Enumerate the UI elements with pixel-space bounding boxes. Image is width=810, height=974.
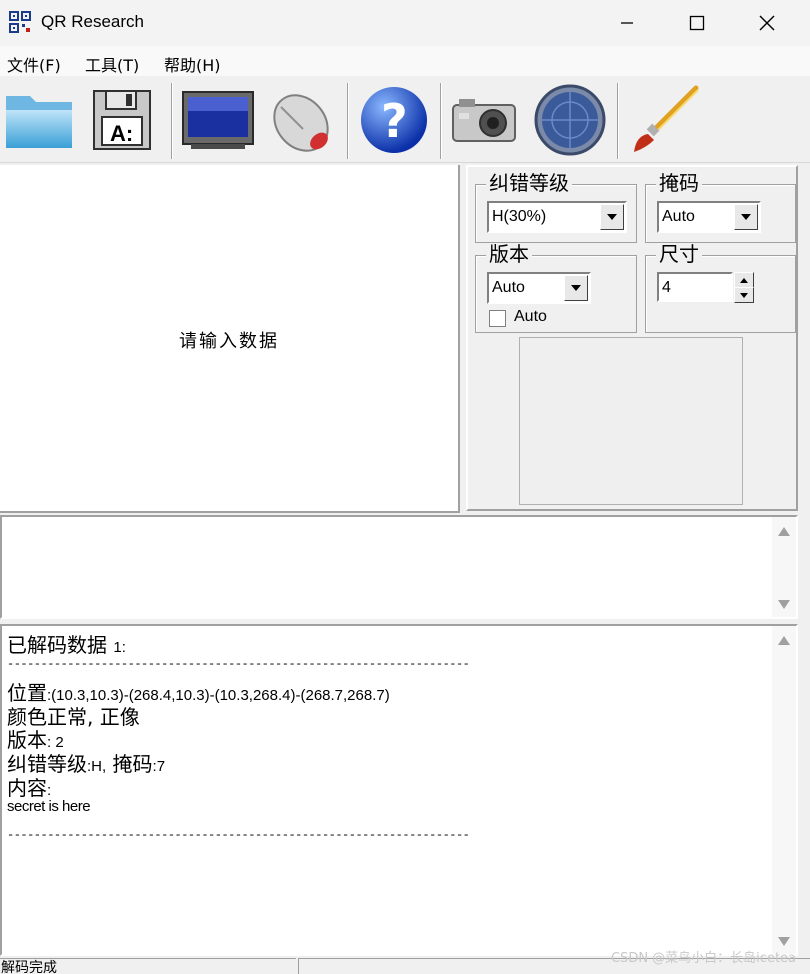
version-group: 版本 Auto Auto [475, 243, 637, 333]
mask-dropdown-arrow[interactable] [734, 204, 758, 230]
output-scrollbar[interactable] [772, 626, 796, 954]
open-file-button[interactable] [1, 83, 77, 157]
camera-icon [452, 99, 516, 142]
paintbrush-icon [634, 85, 699, 152]
chevron-up-icon [740, 277, 748, 283]
screen-capture-button[interactable] [180, 83, 256, 157]
size-spinner[interactable] [734, 272, 754, 303]
mouse-capture-button[interactable] [262, 83, 338, 157]
status-text: 解码完成 [1, 960, 57, 974]
settings-panel: 纠错等级 H(30%) 掩码 Auto 版本 Auto Auto 尺寸 4 [466, 165, 798, 511]
help-button[interactable]: ? [356, 83, 432, 157]
ecc-select-value: H(30%) [492, 208, 547, 225]
version-select-value: Auto [492, 279, 525, 296]
output-content-colon: : [47, 782, 52, 799]
chevron-down-icon [607, 214, 617, 220]
menu-bar: 文件(F) 工具(T) 帮助(H) [0, 46, 810, 76]
chevron-down-icon [741, 214, 751, 220]
status-cell-main: 解码完成 [0, 958, 296, 974]
svg-text:?: ? [381, 94, 408, 148]
scroll-down-icon[interactable] [778, 937, 790, 946]
mask-group: 掩码 Auto [645, 172, 796, 243]
scroll-up-icon[interactable] [778, 527, 790, 536]
version-auto-checkbox[interactable] [489, 310, 506, 327]
chevron-down-icon [571, 285, 581, 291]
size-label: 尺寸 [656, 243, 702, 265]
size-group: 尺寸 4 [645, 243, 796, 333]
qr-app-icon [9, 11, 31, 33]
folder-icon [6, 96, 72, 148]
monitor-icon [182, 91, 254, 149]
version-auto-label: Auto [514, 308, 547, 325]
ecc-label: 纠错等级 [486, 172, 572, 194]
size-input-value: 4 [662, 279, 671, 296]
output-content-label: 内容 [7, 776, 47, 800]
mouse-icon [273, 94, 329, 152]
menu-help[interactable]: 帮助(H) [164, 52, 221, 76]
scan-button[interactable] [532, 83, 608, 157]
output-header-num: 1: [113, 639, 126, 656]
help-icon: ? [361, 87, 427, 153]
ecc-group: 纠错等级 H(30%) [475, 172, 637, 243]
mask-select[interactable]: Auto [657, 201, 761, 233]
chevron-down-icon [740, 292, 748, 298]
scroll-down-icon[interactable] [778, 600, 790, 609]
svg-text:A:: A: [110, 121, 133, 146]
close-icon [759, 15, 775, 31]
output-content-line: 内容: [7, 772, 51, 801]
menu-file[interactable]: 文件(F) [7, 52, 61, 76]
mask-select-value: Auto [662, 208, 695, 225]
save-button[interactable]: A: [84, 83, 160, 157]
log-scrollbar[interactable] [772, 517, 796, 617]
output-mask-label: 掩码 [112, 752, 153, 776]
ecc-dropdown-arrow[interactable] [600, 204, 624, 230]
menu-tools[interactable]: 工具(T) [85, 52, 139, 76]
maximize-icon [689, 15, 705, 31]
decode-output-area[interactable]: 已解码数据 1: -------------------------------… [0, 624, 798, 956]
encode-button[interactable] [626, 83, 702, 157]
mask-label: 掩码 [656, 172, 702, 194]
input-placeholder: 请输入数据 [179, 331, 279, 352]
title-bar: QR Research [0, 0, 810, 46]
watermark: CSDN @菜鸟小白：长岛icetea [610, 951, 796, 966]
output-mask-value: :7 [152, 758, 166, 775]
minimize-button[interactable] [592, 0, 662, 46]
camera-capture-button[interactable] [446, 83, 522, 157]
size-up-button[interactable] [734, 272, 754, 288]
minimize-icon [621, 22, 633, 24]
window-title: QR Research [41, 12, 144, 31]
ecc-select[interactable]: H(30%) [487, 201, 627, 233]
version-select[interactable]: Auto [487, 272, 591, 304]
version-label: 版本 [486, 243, 532, 265]
radar-icon [534, 84, 606, 156]
output-ecc-value: :H, [87, 758, 107, 775]
output-header: 已解码数据 1: [7, 629, 126, 658]
version-dropdown-arrow[interactable] [564, 275, 588, 301]
size-down-button[interactable] [734, 287, 754, 303]
qr-preview-area [519, 337, 743, 505]
floppy-save-icon: A: [93, 90, 151, 150]
output-divider-bottom: ----------------------------------------… [7, 828, 470, 842]
data-input-area[interactable]: 请输入数据 [0, 165, 460, 513]
size-input[interactable]: 4 [657, 272, 733, 302]
output-header-label: 已解码数据 [7, 633, 107, 657]
toolbar: A: ? [0, 77, 810, 163]
log-area[interactable] [0, 515, 798, 619]
output-content-value: secret is here [7, 798, 91, 815]
maximize-button[interactable] [662, 0, 732, 46]
close-button[interactable] [732, 0, 802, 46]
scroll-up-icon[interactable] [778, 636, 790, 645]
output-divider-top: ----------------------------------------… [7, 657, 470, 671]
